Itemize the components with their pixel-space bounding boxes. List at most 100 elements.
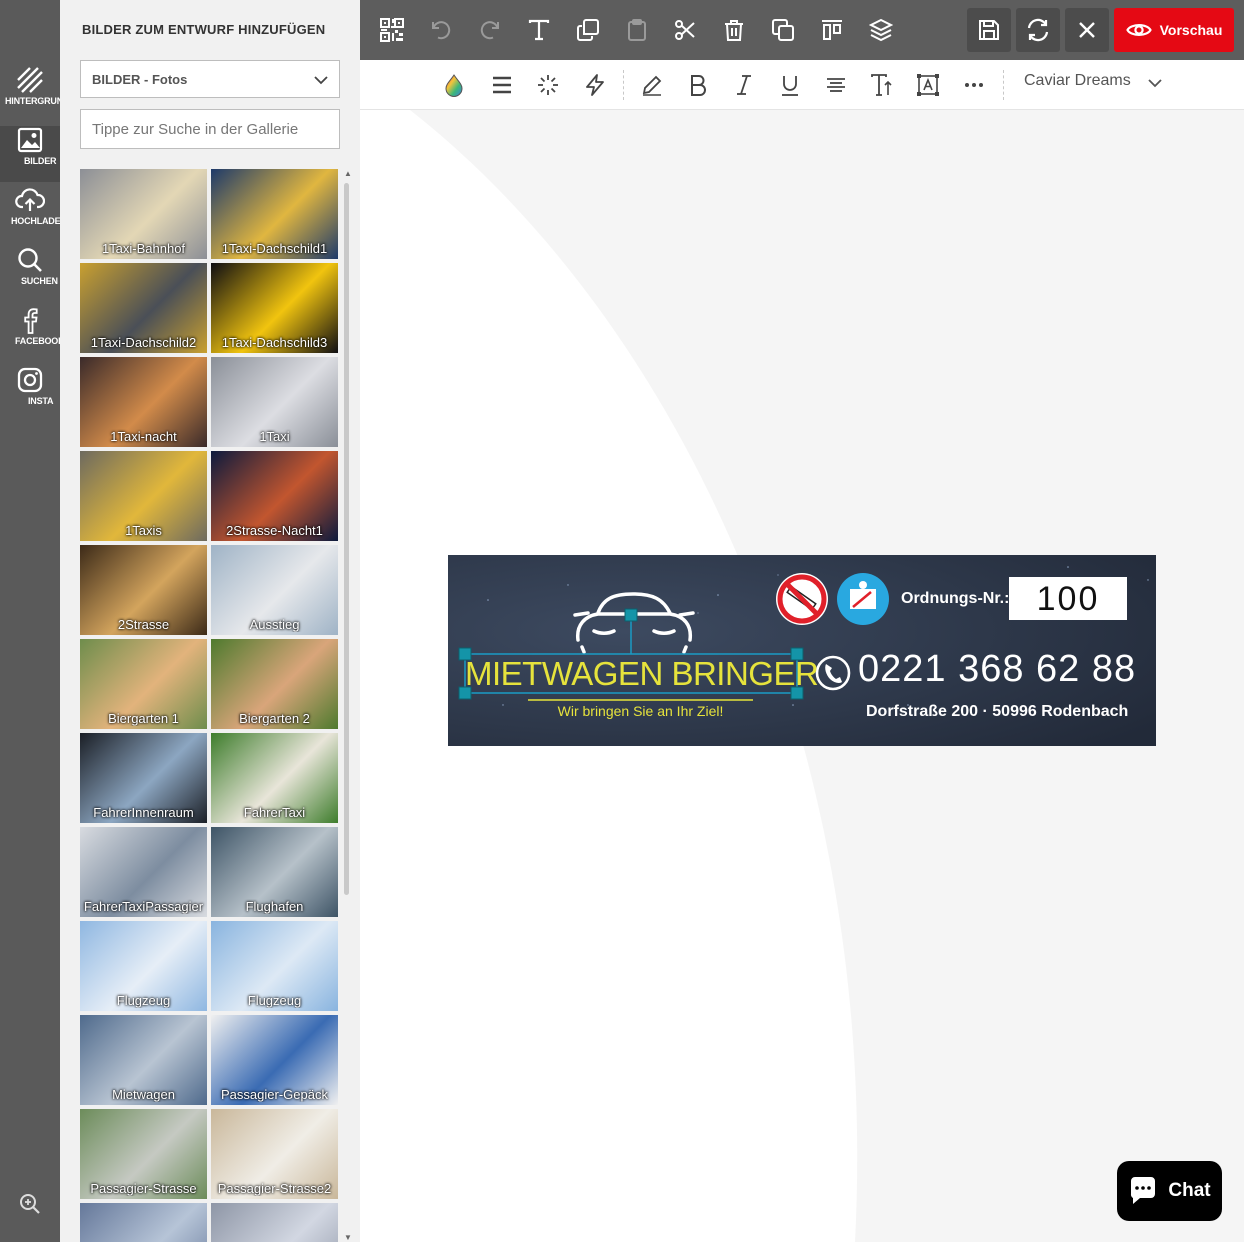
gallery-thumbnail-caption: Biergarten 2 [239, 711, 310, 726]
gallery-thumbnail[interactable]: Flugzeug [80, 921, 207, 1011]
save-icon [979, 20, 999, 40]
menu-lines-icon [493, 76, 511, 94]
underline-icon [782, 76, 798, 96]
gallery-thumbnail[interactable]: FahrerInnenraum [80, 733, 207, 823]
order-number-label: Ordnungs-Nr.: [901, 590, 1010, 607]
close-button[interactable] [1065, 8, 1109, 52]
gallery-thumbnail[interactable] [80, 1203, 207, 1242]
refresh-button[interactable] [1016, 8, 1060, 52]
gallery-thumbnail[interactable]: FahrerTaxi [211, 733, 338, 823]
rail-item-upload[interactable]: HOCHLADEN [0, 186, 60, 242]
gallery-thumbnail[interactable]: 2Strasse-Nacht1 [211, 451, 338, 541]
preview-button[interactable]: Vorschau [1114, 8, 1234, 52]
text-format-toolbar: Caviar Dreams [360, 60, 1244, 110]
chat-bubble-icon [1131, 1177, 1156, 1204]
bold-button[interactable] [684, 71, 712, 99]
gallery-thumbnail[interactable]: Flughafen [211, 827, 338, 917]
underline-button[interactable] [776, 71, 804, 99]
rail-item-facebook[interactable]: FACEBOOK [0, 306, 60, 362]
align-center-icon [827, 78, 845, 92]
redo-icon [480, 21, 499, 40]
edit-text-button[interactable] [638, 71, 666, 99]
redo-button[interactable] [472, 12, 508, 48]
gallery-thumbnail-caption: Mietwagen [112, 1087, 175, 1102]
gallery-thumbnail[interactable]: 1Taxi-Dachschild3 [211, 263, 338, 353]
gallery-thumbnail[interactable]: Passagier-Strasse2 [211, 1109, 338, 1199]
qr-code-button[interactable] [374, 12, 410, 48]
cut-button[interactable] [667, 12, 703, 48]
rail-label-search: SUCHEN [21, 276, 58, 286]
undo-button[interactable] [423, 12, 459, 48]
gallery-thumbnail[interactable]: Passagier-Gepäck [211, 1015, 338, 1105]
scroll-down-icon[interactable]: ▼ [344, 1233, 352, 1242]
rail-item-background[interactable]: HINTERGRUND [0, 66, 60, 122]
chevron-down-icon [1148, 79, 1162, 88]
gallery-scrollbar[interactable]: ▲ ▼ [343, 169, 352, 1242]
gallery-thumbnail[interactable]: FahrerTaxiPassagier [80, 827, 207, 917]
flash-button[interactable] [581, 71, 609, 99]
text-box-button[interactable] [914, 71, 942, 99]
save-button[interactable] [967, 8, 1011, 52]
clone-icon [577, 19, 599, 41]
design-canvas[interactable]: Ordnungs-Nr.: 100 MIETWAGEN BRINGER Wir … [360, 110, 1244, 1242]
category-select-value: BILDER - Fotos [92, 72, 188, 87]
color-button[interactable] [440, 71, 468, 99]
effects-button[interactable] [534, 71, 562, 99]
copy-button[interactable] [765, 12, 801, 48]
gallery-thumbnail[interactable]: Ausstieg [211, 545, 338, 635]
gallery-thumbnail-caption: 1Taxi-Bahnhof [101, 241, 186, 256]
line-spacing-button[interactable] [488, 71, 516, 99]
business-card-design[interactable]: Ordnungs-Nr.: 100 MIETWAGEN BRINGER Wir … [448, 555, 1156, 746]
align-top-button[interactable] [814, 12, 850, 48]
gallery-thumbnail-caption: 1Taxi-Dachschild1 [221, 241, 328, 256]
gallery-thumbnail[interactable]: 1Taxi-Bahnhof [80, 169, 207, 259]
gallery-thumbnail[interactable]: Biergarten 1 [80, 639, 207, 729]
gallery-thumbnail[interactable]: 1Taxi-Dachschild2 [80, 263, 207, 353]
pencil-icon [642, 75, 662, 96]
font-family-select[interactable]: Caviar Dreams [1024, 72, 1164, 98]
gallery-thumbnail-caption: Flughafen [245, 899, 304, 914]
company-title[interactable]: MIETWAGEN BRINGER [465, 654, 819, 693]
gallery-thumbnail[interactable]: 1Taxis [80, 451, 207, 541]
delete-button[interactable] [716, 12, 752, 48]
rail-item-search[interactable]: SUCHEN [0, 246, 60, 302]
rail-item-instagram[interactable]: INSTA [0, 366, 60, 422]
toolbar-divider [623, 70, 624, 100]
scroll-up-icon[interactable]: ▲ [344, 169, 352, 178]
left-rail: HINTERGRUND BILDER HOCHLADEN SUCHEN FACE… [0, 0, 60, 1242]
gallery-thumbnail[interactable] [211, 1203, 338, 1242]
gallery-thumbnail[interactable]: 1Taxi-Dachschild1 [211, 169, 338, 259]
category-select[interactable]: BILDER - Fotos [80, 60, 340, 98]
image-icon [17, 127, 43, 153]
gallery-thumbnail[interactable]: 2Strasse [80, 545, 207, 635]
chat-button[interactable]: Chat [1117, 1161, 1222, 1221]
gallery-thumbnail[interactable]: Flugzeug [211, 921, 338, 1011]
layers-button[interactable] [863, 12, 899, 48]
italic-button[interactable] [730, 71, 758, 99]
gallery-search-input[interactable] [80, 109, 340, 149]
refresh-icon [1027, 18, 1049, 42]
paste-button[interactable] [619, 12, 655, 48]
zoom-in-button[interactable] [18, 1192, 42, 1216]
chevron-down-icon [314, 76, 328, 85]
undo-icon [432, 21, 451, 40]
gallery-thumbnail[interactable]: Mietwagen [80, 1015, 207, 1105]
rail-item-images[interactable]: BILDER [0, 126, 60, 182]
gallery-thumbnail[interactable]: 1Taxi [211, 357, 338, 447]
gallery-thumbnail[interactable]: 1Taxi-nacht [80, 357, 207, 447]
gallery-thumbnail-caption: FahrerTaxi [243, 805, 306, 820]
gallery-thumbnail[interactable]: Passagier-Strasse [80, 1109, 207, 1199]
add-text-button[interactable] [521, 12, 557, 48]
more-options-button[interactable] [960, 71, 988, 99]
cut-icon [675, 20, 695, 40]
align-center-button[interactable] [822, 71, 850, 99]
scrollbar-thumb[interactable] [344, 183, 349, 895]
sparkle-loader-icon [538, 75, 558, 95]
rail-label-background: HINTERGRUND [5, 96, 60, 106]
copy-icon [772, 19, 794, 41]
font-size-button[interactable] [868, 71, 896, 99]
close-icon [1079, 22, 1095, 38]
address-text: Dorfstraße 200 · 50996 Rodenbach [866, 703, 1129, 720]
clone-button[interactable] [570, 12, 606, 48]
gallery-thumbnail[interactable]: Biergarten 2 [211, 639, 338, 729]
